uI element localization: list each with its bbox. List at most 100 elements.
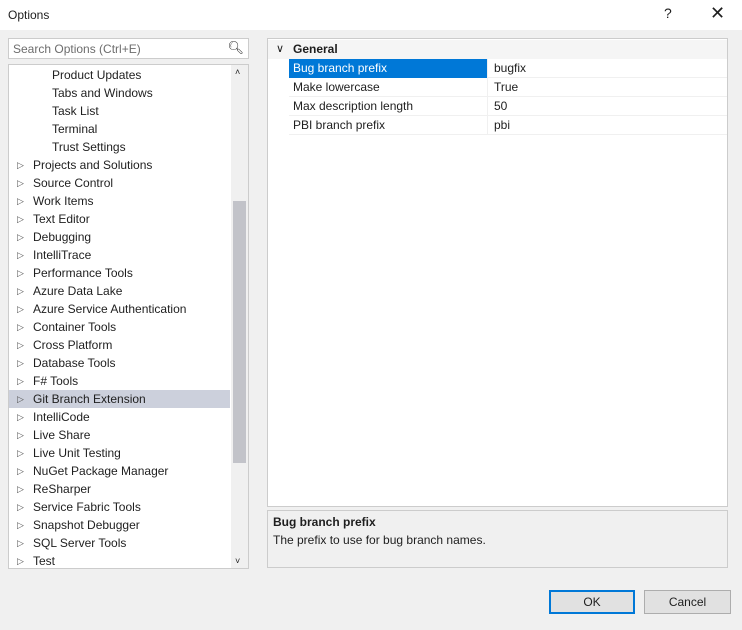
property-value[interactable]: bugfix xyxy=(492,59,526,78)
property-value[interactable]: True xyxy=(492,78,518,97)
tree-item-label: Terminal xyxy=(52,122,98,136)
description-title: Bug branch prefix xyxy=(273,515,376,529)
expand-arrow-icon[interactable]: ▷ xyxy=(17,534,24,552)
tree-item-label: Container Tools xyxy=(33,320,117,334)
tree-item[interactable]: ▷ Live Unit Testing xyxy=(9,444,230,462)
tree-item-label: Service Fabric Tools xyxy=(33,500,141,514)
chevron-down-icon[interactable]: ∨ xyxy=(276,40,284,59)
expand-arrow-icon[interactable]: ▷ xyxy=(17,498,24,516)
expand-arrow-icon[interactable]: ▷ xyxy=(17,480,24,498)
tree-item[interactable]: ▷ Database Tools xyxy=(9,354,230,372)
tree-item-label: Tabs and Windows xyxy=(52,86,153,100)
description-text: The prefix to use for bug branch names. xyxy=(273,533,486,547)
tree-item[interactable]: ▷ Container Tools xyxy=(9,318,230,336)
tree-item-label: IntelliCode xyxy=(33,410,90,424)
expand-arrow-icon[interactable]: ▷ xyxy=(17,246,24,264)
scroll-down-icon[interactable]: ˅ xyxy=(235,556,240,566)
scroll-up-icon[interactable]: ˄ xyxy=(235,67,240,77)
tree-item-label: Product Updates xyxy=(52,68,142,82)
tree-item-label: Live Unit Testing xyxy=(33,446,121,460)
tree-item[interactable]: ▷ Azure Data Lake xyxy=(9,282,230,300)
category-general[interactable]: ∨ General xyxy=(268,40,727,59)
tree-item-label: ReSharper xyxy=(33,482,92,496)
tree-item[interactable]: ▷ Projects and Solutions xyxy=(9,156,230,174)
tree-item[interactable]: Product Updates xyxy=(9,66,230,84)
tree-item-label: Task List xyxy=(52,104,99,118)
property-row[interactable]: Bug branch prefix bugfix xyxy=(289,59,727,78)
search-icon[interactable]: 🔍︎ xyxy=(227,40,244,56)
expand-arrow-icon[interactable]: ▷ xyxy=(17,318,24,336)
tree-item-label: Projects and Solutions xyxy=(33,158,153,172)
property-name: Max description length xyxy=(289,97,488,116)
tree-item-label: Trust Settings xyxy=(52,140,126,154)
title-bar: Options ? ✕ xyxy=(0,0,742,30)
expand-arrow-icon[interactable]: ▷ xyxy=(17,336,24,354)
expand-arrow-icon[interactable]: ▷ xyxy=(17,372,24,390)
tree-item-label: Azure Service Authentication xyxy=(33,302,187,316)
expand-arrow-icon[interactable]: ▷ xyxy=(17,210,24,228)
tree-item[interactable]: ▷ Test xyxy=(9,552,230,568)
tree-item-label: SQL Server Tools xyxy=(33,536,127,550)
expand-arrow-icon[interactable]: ▷ xyxy=(17,192,24,210)
tree-item[interactable]: ▷ F# Tools xyxy=(9,372,230,390)
cancel-button[interactable]: Cancel xyxy=(644,590,731,614)
property-row[interactable]: Max description length 50 xyxy=(289,97,727,116)
tree-item[interactable]: Tabs and Windows xyxy=(9,84,230,102)
tree-item[interactable]: ▷ Source Control xyxy=(9,174,230,192)
help-button[interactable]: ? xyxy=(664,5,672,21)
expand-arrow-icon[interactable]: ▷ xyxy=(17,516,24,534)
scrollbar-thumb[interactable] xyxy=(233,201,246,463)
tree-item[interactable]: ▷ Service Fabric Tools xyxy=(9,498,230,516)
tree-item[interactable]: ▷ Snapshot Debugger xyxy=(9,516,230,534)
tree-item[interactable]: ▷ ReSharper xyxy=(9,480,230,498)
tree-item[interactable]: Task List xyxy=(9,102,230,120)
property-name: PBI branch prefix xyxy=(289,116,488,135)
tree-item[interactable]: ▷ IntelliCode xyxy=(9,408,230,426)
property-value[interactable]: pbi xyxy=(492,116,510,135)
close-button[interactable]: ✕ xyxy=(710,3,725,24)
property-name: Bug branch prefix xyxy=(289,59,488,78)
tree-item[interactable]: Terminal xyxy=(9,120,230,138)
tree-item[interactable]: ▷ Work Items xyxy=(9,192,230,210)
tree-item-label: Database Tools xyxy=(33,356,116,370)
tree-item[interactable]: ▷ Azure Service Authentication xyxy=(9,300,230,318)
expand-arrow-icon[interactable]: ▷ xyxy=(17,228,24,246)
tree-item-label: Debugging xyxy=(33,230,92,244)
search-input[interactable]: Search Options (Ctrl+E) 🔍︎ xyxy=(8,38,249,59)
tree-item[interactable]: ▷ Cross Platform xyxy=(9,336,230,354)
expand-arrow-icon[interactable]: ▷ xyxy=(17,444,24,462)
expand-arrow-icon[interactable]: ▷ xyxy=(17,408,24,426)
tree-scrollbar[interactable]: ˄ ˅ xyxy=(231,65,248,568)
expand-arrow-icon[interactable]: ▷ xyxy=(17,264,24,282)
tree-item[interactable]: ▷ Text Editor xyxy=(9,210,230,228)
tree-item[interactable]: ▷ Performance Tools xyxy=(9,264,230,282)
property-name: Make lowercase xyxy=(289,78,488,97)
tree-item-label: Git Branch Extension xyxy=(33,392,146,406)
expand-arrow-icon[interactable]: ▷ xyxy=(17,156,24,174)
expand-arrow-icon[interactable]: ▷ xyxy=(17,390,24,408)
tree-item[interactable]: ▷ IntelliTrace xyxy=(9,246,230,264)
tree-item[interactable]: ▷ SQL Server Tools xyxy=(9,534,230,552)
ok-button[interactable]: OK xyxy=(549,590,635,614)
tree-item-label: Snapshot Debugger xyxy=(33,518,140,532)
search-placeholder: Search Options (Ctrl+E) xyxy=(13,42,141,56)
expand-arrow-icon[interactable]: ▷ xyxy=(17,282,24,300)
expand-arrow-icon[interactable]: ▷ xyxy=(17,426,24,444)
property-value[interactable]: 50 xyxy=(492,97,507,116)
property-row[interactable]: Make lowercase True xyxy=(289,78,727,97)
tree-item[interactable]: ▷ Debugging xyxy=(9,228,230,246)
expand-arrow-icon[interactable]: ▷ xyxy=(17,174,24,192)
description-panel: Bug branch prefix The prefix to use for … xyxy=(267,510,728,568)
tree-item[interactable]: ▷ NuGet Package Manager xyxy=(9,462,230,480)
category-label: General xyxy=(293,42,338,56)
tree-item[interactable]: Trust Settings xyxy=(9,138,230,156)
expand-arrow-icon[interactable]: ▷ xyxy=(17,462,24,480)
tree-item-label: F# Tools xyxy=(33,374,79,388)
expand-arrow-icon[interactable]: ▷ xyxy=(17,300,24,318)
property-row[interactable]: PBI branch prefix pbi xyxy=(289,116,727,135)
expand-arrow-icon[interactable]: ▷ xyxy=(17,552,24,568)
expand-arrow-icon[interactable]: ▷ xyxy=(17,354,24,372)
tree-item-label: Performance Tools xyxy=(33,266,133,280)
tree-item[interactable]: ▷ Live Share xyxy=(9,426,230,444)
tree-item[interactable]: ▷ Git Branch Extension xyxy=(9,390,230,408)
